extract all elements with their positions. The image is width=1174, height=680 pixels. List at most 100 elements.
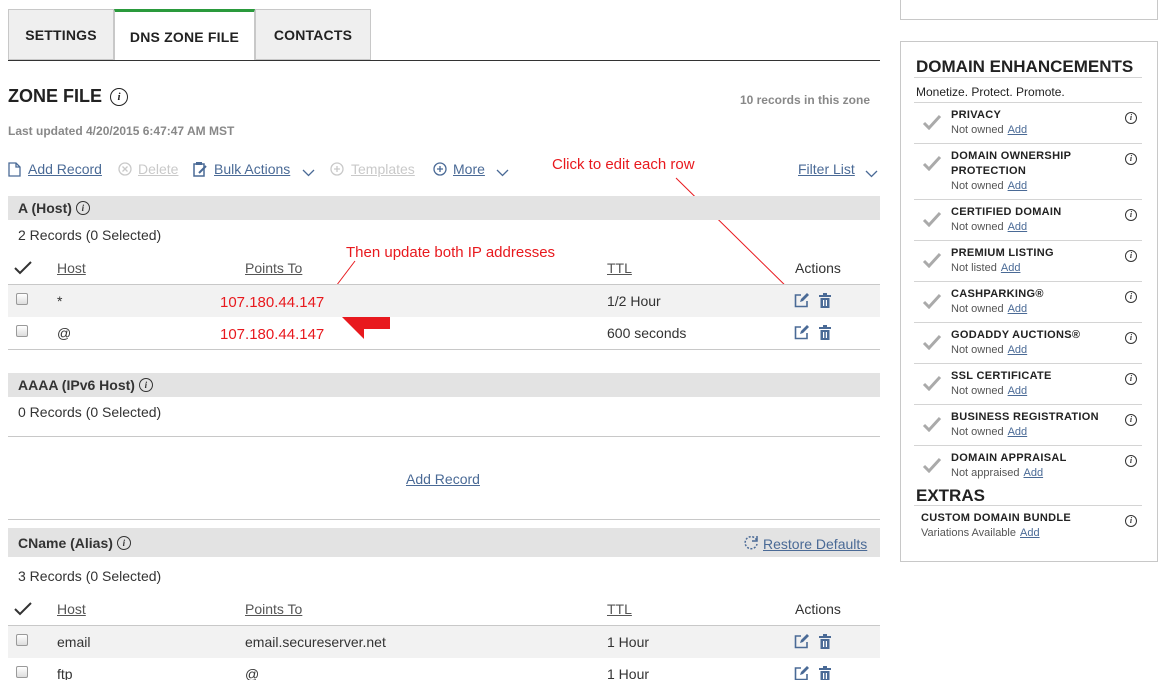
more-link[interactable]: More: [453, 161, 485, 177]
more-icon[interactable]: [433, 162, 447, 179]
row-host: email: [57, 634, 91, 650]
row-ttl: 1 Hour: [607, 666, 650, 680]
info-icon[interactable]: i: [1125, 112, 1137, 124]
row-checkbox[interactable]: [16, 634, 28, 646]
add-record-link[interactable]: Add Record: [28, 161, 102, 177]
info-icon[interactable]: i: [1125, 332, 1137, 344]
restore-defaults-link[interactable]: Restore Defaults: [763, 536, 867, 552]
chevron-down-icon[interactable]: [496, 164, 509, 180]
a-section-summary: 2 Records (0 Selected): [18, 227, 162, 243]
select-all-checkmark-icon[interactable]: [14, 261, 32, 280]
edit-icon[interactable]: [794, 634, 809, 649]
add-link[interactable]: Add: [1008, 426, 1028, 438]
add-link[interactable]: Add: [1008, 303, 1028, 315]
add-link[interactable]: Add: [1008, 385, 1028, 397]
info-icon[interactable]: i: [1125, 414, 1137, 426]
edit-icon[interactable]: [794, 293, 809, 308]
enhancement-name: DOMAIN APPRAISAL: [951, 452, 1067, 464]
restore-icon[interactable]: [743, 535, 759, 556]
bulk-actions-link[interactable]: Bulk Actions: [214, 161, 290, 177]
enhancement-status: Not owned Add: [951, 385, 1028, 397]
table-row[interactable]: ftp @ 1 Hour: [8, 658, 880, 680]
add-link[interactable]: Add: [1008, 124, 1028, 136]
row-ttl: 1 Hour: [607, 634, 650, 650]
table-row[interactable]: email email.secureserver.net 1 Hour: [8, 626, 880, 658]
add-link[interactable]: Add: [1008, 180, 1028, 192]
enhancement-status: Not appraised Add: [951, 467, 1044, 479]
aaaa-section-header: AAAA (IPv6 Host) i: [8, 373, 880, 397]
divider: [914, 143, 1142, 144]
divider: [914, 505, 1142, 506]
aaaa-section-title: AAAA (IPv6 Host): [18, 377, 135, 393]
info-icon[interactable]: i: [138, 378, 153, 392]
extra-name: CUSTOM DOMAIN BUNDLE: [921, 512, 1072, 524]
ttl-column-header[interactable]: TTL: [607, 601, 632, 617]
add-link[interactable]: Add: [1024, 467, 1044, 479]
tab-dns-zone-file[interactable]: DNS ZONE FILE: [114, 9, 255, 61]
info-icon[interactable]: i: [1125, 291, 1137, 303]
select-all-checkmark-icon[interactable]: [14, 602, 32, 621]
row-checkbox[interactable]: [16, 325, 28, 337]
points-to-column-header[interactable]: Points To: [245, 601, 302, 617]
actions-column-header: Actions: [795, 260, 841, 276]
trash-icon[interactable]: [818, 634, 833, 649]
enhancement-name: SSL CERTIFICATE: [951, 370, 1052, 382]
row-points-to: @: [245, 666, 260, 680]
a-section-header: A (Host) i: [8, 196, 880, 220]
points-to-column-header[interactable]: Points To: [245, 260, 302, 276]
extra-status: Variations Available Add: [921, 527, 1040, 539]
info-icon[interactable]: i: [110, 88, 129, 106]
edit-icon[interactable]: [794, 666, 809, 680]
checkmark-icon: [922, 252, 942, 269]
info-icon[interactable]: i: [75, 201, 90, 215]
tab-settings[interactable]: SETTINGS: [8, 9, 114, 60]
trash-icon[interactable]: [818, 293, 833, 308]
enhancement-status: Not owned Add: [951, 221, 1028, 233]
chevron-down-icon[interactable]: [865, 165, 878, 183]
info-icon[interactable]: i: [116, 535, 131, 550]
table-row[interactable]: * 107.180.44.147 1/2 Hour: [8, 285, 880, 317]
enhancement-name: BUSINESS REGISTRATION: [951, 411, 1099, 423]
info-icon[interactable]: i: [1125, 455, 1137, 467]
info-icon[interactable]: i: [1125, 515, 1137, 527]
tab-contacts[interactable]: CONTACTS: [255, 9, 371, 60]
tab-divider: [8, 60, 880, 61]
row-checkbox[interactable]: [16, 293, 28, 305]
info-icon[interactable]: i: [1125, 373, 1137, 385]
row-ttl: 600 seconds: [607, 325, 687, 341]
add-link[interactable]: Add: [1001, 262, 1021, 274]
trash-icon[interactable]: [818, 666, 833, 680]
zone-title: ZONE FILE: [8, 86, 102, 106]
host-column-header[interactable]: Host: [57, 601, 86, 617]
filter-list-link[interactable]: Filter List: [798, 161, 855, 177]
enhancement-status: Not owned Add: [951, 180, 1028, 192]
enhancement-status: Not owned Add: [951, 344, 1028, 356]
info-icon[interactable]: i: [1125, 209, 1137, 221]
trash-icon[interactable]: [818, 325, 833, 340]
chevron-down-icon[interactable]: [302, 164, 315, 180]
enhancement-status: Not owned Add: [951, 426, 1028, 438]
add-link[interactable]: Add: [1020, 527, 1040, 539]
row-host: ftp: [57, 666, 73, 680]
add-record-icon[interactable]: [8, 162, 21, 180]
aaaa-section-summary: 0 Records (0 Selected): [18, 404, 162, 420]
delete-icon: [118, 162, 132, 179]
aaaa-add-record-link[interactable]: Add Record: [406, 471, 480, 487]
row-checkbox[interactable]: [16, 666, 28, 678]
row-host: @: [57, 325, 72, 341]
enhancement-status: Not owned Add: [951, 303, 1028, 315]
add-link[interactable]: Add: [1008, 344, 1028, 356]
ttl-column-header[interactable]: TTL: [607, 260, 632, 276]
annotation-update-hint: Then update both IP addresses: [346, 244, 556, 261]
extras-title: EXTRAS: [916, 486, 985, 505]
checkmark-icon: [922, 155, 942, 172]
info-icon[interactable]: i: [1125, 153, 1137, 165]
actions-column-header: Actions: [795, 601, 841, 617]
host-column-header[interactable]: Host: [57, 260, 86, 276]
divider: [914, 199, 1142, 200]
edit-icon[interactable]: [794, 325, 809, 340]
info-icon[interactable]: i: [1125, 250, 1137, 262]
bulk-actions-icon[interactable]: [193, 161, 208, 180]
table-row[interactable]: @ 107.180.44.147 600 seconds: [8, 317, 880, 349]
add-link[interactable]: Add: [1008, 221, 1028, 233]
